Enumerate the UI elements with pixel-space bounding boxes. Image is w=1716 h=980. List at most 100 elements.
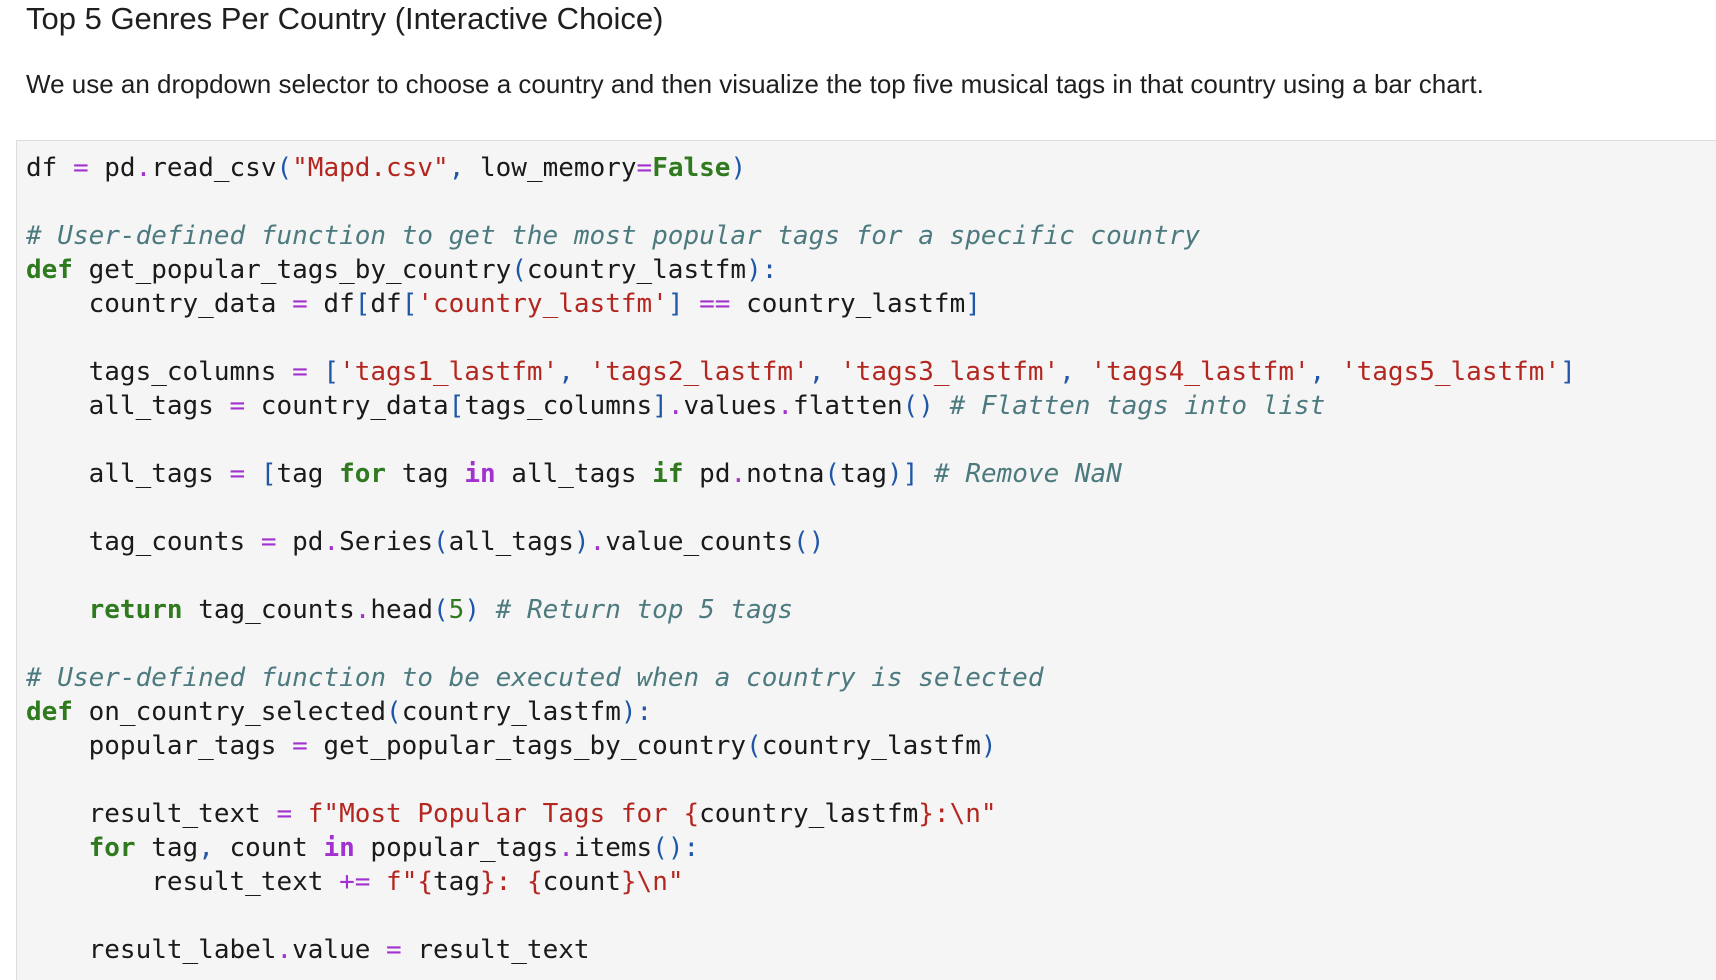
code-token: =	[72, 153, 89, 183]
code-token: f"Most Popular Tags for	[307, 799, 684, 829]
code-token: ()	[793, 527, 825, 557]
code-token: .	[589, 527, 606, 557]
code-token: =	[292, 289, 308, 319]
code-token: ):	[746, 255, 778, 285]
code-token: df	[307, 289, 355, 319]
code-token: 'tags1_lastfm'	[339, 357, 559, 387]
code-editor[interactable]: df = pd.read_csv("Mapd.csv", low_memory=…	[26, 151, 1576, 967]
code-token: country_lastfm	[761, 731, 981, 761]
code-token: df	[26, 153, 73, 183]
code-token: ]	[1560, 357, 1576, 387]
code-token: =	[636, 153, 653, 183]
code-token: =	[229, 391, 246, 421]
code-token: flatten	[793, 391, 903, 421]
code-token: ,	[808, 357, 825, 387]
code-token: tags_columns	[464, 391, 653, 421]
code-line: tags_columns = ['tags1_lastfm', 'tags2_l…	[26, 355, 1576, 389]
code-line: all_tags = [tag for tag in all_tags if p…	[26, 457, 1576, 491]
code-token: .	[730, 459, 747, 489]
code-token: get_popular_tags_by_country	[72, 255, 512, 285]
code-token: [	[260, 459, 277, 489]
code-token: =	[276, 799, 293, 829]
code-line: return tag_counts.head(5) # Return top 5…	[26, 593, 1576, 627]
code-token: tag	[433, 867, 480, 897]
code-token: for	[88, 833, 136, 863]
code-token: def	[26, 255, 73, 285]
code-token: pd	[276, 527, 324, 557]
code-line: def get_popular_tags_by_country(country_…	[26, 253, 1576, 287]
code-token: =	[386, 935, 402, 965]
code-token: (	[433, 595, 449, 625]
code-token: if	[652, 459, 684, 489]
code-token: values	[683, 391, 778, 421]
code-token: :\n"	[933, 799, 997, 829]
code-token: :	[495, 867, 527, 897]
code-token: get_popular_tags_by_country	[307, 731, 747, 761]
code-token: \n"	[636, 867, 684, 897]
code-cell[interactable]: df = pd.read_csv("Mapd.csv", low_memory=…	[16, 140, 1716, 980]
code-token: in	[323, 833, 355, 863]
code-token: df	[370, 289, 402, 319]
code-token: ):	[620, 697, 653, 727]
section-description: We use an dropdown selector to choose a …	[26, 69, 1484, 99]
code-token: [	[323, 357, 340, 387]
code-token: on_country_selected	[72, 697, 387, 727]
code-token: 'tags5_lastfm'	[1340, 357, 1561, 387]
code-token: (	[386, 697, 402, 727]
code-token: country_data	[245, 391, 449, 421]
code-token: "Mapd.csv"	[292, 153, 449, 183]
code-token: all_tags	[26, 459, 230, 489]
code-token: result_text	[401, 935, 590, 965]
code-line: all_tags = country_data[tags_columns].va…	[26, 389, 1576, 423]
code-token: # User-defined function to be executed w…	[26, 663, 1044, 693]
code-token: [	[448, 391, 465, 421]
code-token: result_text	[26, 799, 277, 829]
code-token: False	[652, 153, 731, 183]
code-token: pd	[88, 153, 136, 183]
code-token: country_data	[26, 289, 293, 319]
code-token: ,	[198, 833, 214, 863]
code-line: result_label.value = result_text	[26, 933, 1576, 967]
code-token: 'tags3_lastfm'	[840, 357, 1060, 387]
code-token: (	[511, 255, 527, 285]
code-token: # Return top 5 tags	[495, 595, 794, 625]
code-line: df = pd.read_csv("Mapd.csv", low_memory=…	[26, 151, 1576, 185]
section-heading: Top 5 Genres Per Country (Interactive Ch…	[26, 1, 664, 36]
code-token: in	[464, 459, 496, 489]
code-token: {	[526, 867, 543, 897]
code-token: for	[339, 459, 387, 489]
code-token: ]	[667, 289, 684, 319]
code-token: pd	[683, 459, 731, 489]
code-token: ():	[652, 833, 700, 863]
code-token: =	[229, 459, 246, 489]
code-token: popular_tags	[26, 731, 293, 761]
code-token: .	[777, 391, 794, 421]
code-token: # Flatten tags into list	[949, 391, 1326, 421]
code-token: (	[276, 153, 293, 183]
code-token: 'tags4_lastfm'	[1090, 357, 1310, 387]
code-token: country_lastfm	[699, 799, 919, 829]
code-token: popular_tags	[354, 833, 559, 863]
code-token: tag	[840, 459, 888, 489]
code-token: country_lastfm	[526, 255, 747, 285]
code-line: result_text = f"Most Popular Tags for {c…	[26, 797, 1576, 831]
code-token: head	[370, 595, 434, 625]
code-token: Series	[339, 527, 434, 557]
code-token: tag	[386, 459, 465, 489]
code-token: all_tags	[448, 527, 574, 557]
code-token: def	[26, 697, 73, 727]
code-token: ,	[448, 153, 465, 183]
